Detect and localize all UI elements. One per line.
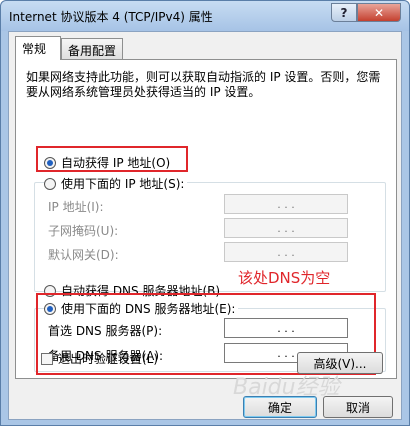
subnet-mask-input[interactable]: . . .	[224, 218, 348, 238]
close-icon: ✕	[373, 5, 385, 20]
general-panel: 如果网络支持此功能，则可以获取自动指派的 IP 设置。否则，您需要从网络系统管理…	[15, 59, 397, 379]
properties-dialog: Internet 协议版本 4 (TCP/IPv4) 属性 ? ✕ 常规 备用配…	[0, 0, 410, 426]
tab-alternate-config[interactable]: 备用配置	[61, 38, 123, 60]
tab-general[interactable]: 常规	[15, 36, 61, 60]
ip-address-label: IP 地址(I):	[48, 200, 104, 214]
default-gateway-input[interactable]: . . .	[224, 242, 348, 262]
annotation-dns-empty: 该处DNS为空	[238, 269, 331, 287]
validate-label: 退出时验证设置(L)	[58, 352, 159, 366]
default-gateway-label: 默认网关(D):	[48, 248, 119, 262]
help-button[interactable]: ?	[331, 3, 357, 22]
manual-ip-label: 使用下面的 IP 地址(S):	[61, 177, 185, 191]
watermark-text: Baidu经验	[233, 375, 340, 400]
description-text: 如果网络支持此功能，则可以获取自动指派的 IP 设置。否则，您需要从网络系统管理…	[26, 70, 381, 99]
manual-ip-radio[interactable]	[44, 177, 56, 190]
ip-address-input[interactable]: . . .	[224, 194, 348, 214]
validate-checkbox[interactable]	[41, 352, 53, 365]
help-icon: ?	[340, 5, 348, 20]
dialog-body: 常规 备用配置 如果网络支持此功能，则可以获取自动指派的 IP 设置。否则，您需…	[8, 31, 402, 420]
subnet-mask-label: 子网掩码(U):	[48, 224, 119, 238]
manual-ip-option[interactable]: 使用下面的 IP 地址(S):	[44, 175, 188, 192]
window-title: Internet 协议版本 4 (TCP/IPv4) 属性	[9, 10, 213, 24]
close-button[interactable]: ✕	[357, 3, 401, 22]
title-bar[interactable]: Internet 协议版本 4 (TCP/IPv4) 属性 ? ✕	[1, 1, 409, 31]
annotation-box-auto-ip	[36, 146, 188, 172]
validate-option[interactable]: 退出时验证设置(L)	[41, 350, 158, 367]
